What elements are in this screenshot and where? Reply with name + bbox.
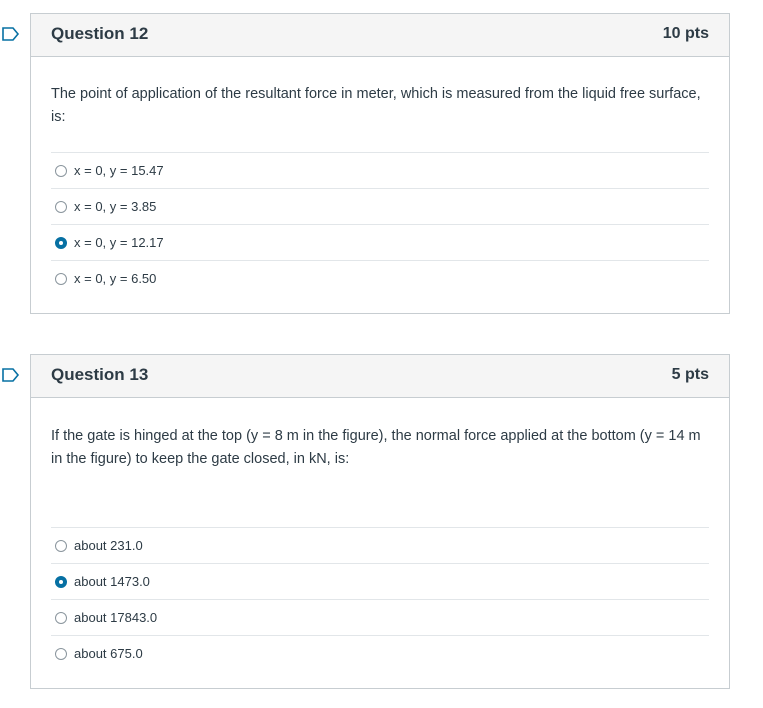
radio-button[interactable]	[55, 539, 67, 552]
answer-list: x = 0, y = 15.47 x = 0, y = 3.85 x = 0, …	[51, 152, 709, 296]
answer-label[interactable]: x = 0, y = 12.17	[74, 235, 164, 250]
answer-label[interactable]: x = 0, y = 15.47	[74, 163, 164, 178]
radio-button[interactable]	[55, 647, 67, 660]
answer-option[interactable]: about 1473.0	[51, 563, 709, 599]
question-title: Question 12	[51, 24, 149, 43]
radio-button[interactable]	[55, 272, 67, 285]
answer-option[interactable]: x = 0, y = 6.50	[51, 260, 709, 296]
answer-label[interactable]: about 675.0	[74, 646, 143, 661]
question-points: 5 pts	[671, 366, 709, 383]
question-13: Question 13 5 pts If the gate is hinged …	[30, 354, 730, 689]
answer-option[interactable]: x = 0, y = 3.85	[51, 188, 709, 224]
answer-option[interactable]: about 231.0	[51, 527, 709, 563]
question-12: Question 12 10 pts The point of applicat…	[30, 13, 730, 314]
answer-label[interactable]: about 17843.0	[74, 610, 157, 625]
flag-question-icon[interactable]	[2, 368, 20, 382]
answer-option[interactable]: about 17843.0	[51, 599, 709, 635]
flag-question-icon[interactable]	[2, 27, 20, 41]
radio-button[interactable]	[55, 164, 67, 177]
radio-button-selected[interactable]	[55, 236, 67, 249]
question-text: The point of application of the resultan…	[51, 86, 701, 125]
question-header: Question 13 5 pts	[31, 355, 729, 398]
answer-label[interactable]: about 231.0	[74, 538, 143, 553]
radio-button[interactable]	[55, 200, 67, 213]
radio-button-selected[interactable]	[55, 575, 67, 588]
answer-option[interactable]: x = 0, y = 15.47	[51, 152, 709, 188]
answer-label[interactable]: x = 0, y = 6.50	[74, 271, 156, 286]
question-text: If the gate is hinged at the top (y = 8 …	[51, 428, 701, 467]
answer-option[interactable]: x = 0, y = 12.17	[51, 224, 709, 260]
radio-button[interactable]	[55, 611, 67, 624]
question-title: Question 13	[51, 365, 149, 384]
answer-list: about 231.0 about 1473.0 about 17843.0 a…	[51, 527, 709, 671]
answer-label[interactable]: x = 0, y = 3.85	[74, 199, 156, 214]
answer-label[interactable]: about 1473.0	[74, 574, 150, 589]
question-points: 10 pts	[662, 25, 709, 42]
question-header: Question 12 10 pts	[31, 14, 729, 57]
answer-option[interactable]: about 675.0	[51, 635, 709, 671]
